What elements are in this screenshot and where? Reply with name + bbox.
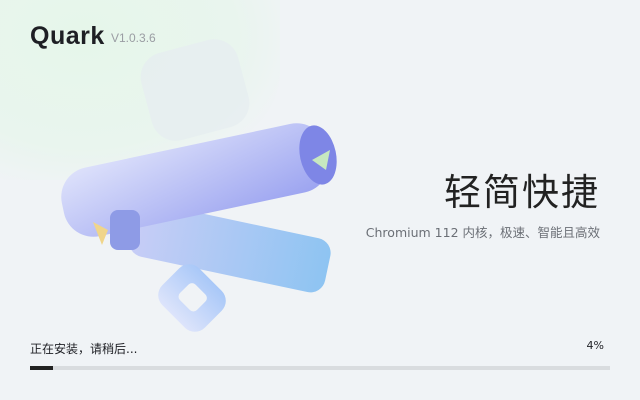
install-progress-fill <box>30 366 54 370</box>
hero-illustration <box>61 39 337 332</box>
hero-headline: 轻简快捷 <box>444 171 600 214</box>
install-percent: 4% <box>586 339 604 352</box>
install-progress-bar <box>30 366 610 370</box>
hero-subtitle: Chromium 112 内核，极速、智能且高效 <box>365 225 600 240</box>
install-status: 正在安装，请稍后... <box>30 342 138 356</box>
